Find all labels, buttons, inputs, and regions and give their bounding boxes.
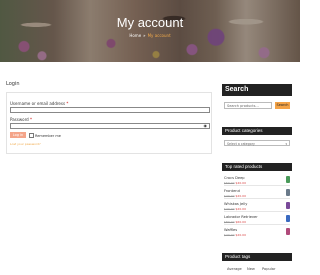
tags-widget: Product tags Average New Popular bbox=[222, 253, 292, 275]
product-name[interactable]: Whiskas Jelly bbox=[224, 202, 247, 206]
search-widget-title: Search bbox=[222, 84, 292, 96]
product-thumbnail[interactable] bbox=[286, 189, 290, 196]
product-name[interactable]: Labrador Retriever bbox=[224, 215, 258, 219]
login-button[interactable]: Log in bbox=[10, 132, 26, 138]
product-item[interactable]: Crocs Deep $60.00$40.00 bbox=[222, 176, 292, 186]
remember-me[interactable]: Remember me bbox=[29, 133, 61, 138]
product-old-price: $40.00 bbox=[224, 233, 235, 237]
login-heading: Login bbox=[6, 81, 20, 87]
top-rated-widget-title: Top rated products bbox=[222, 163, 292, 171]
password-label: Password * bbox=[10, 117, 32, 122]
product-item[interactable]: Whiskas Jelly $40.00$20.00 bbox=[222, 202, 292, 212]
categories-widget: Product categories Select a category ▾ bbox=[222, 127, 292, 151]
category-select[interactable]: Select a category ▾ bbox=[224, 140, 290, 146]
product-name[interactable]: Waffles bbox=[224, 228, 237, 232]
username-input[interactable] bbox=[10, 107, 210, 113]
product-name[interactable]: Crocs Deep bbox=[224, 176, 245, 180]
product-thumbnail[interactable] bbox=[286, 215, 290, 222]
tag-link[interactable]: New bbox=[247, 267, 255, 271]
remember-me-checkbox[interactable] bbox=[29, 133, 34, 138]
show-password-icon[interactable]: ◉ bbox=[204, 124, 208, 128]
top-rated-widget: Top rated products Crocs Deep $60.00$40.… bbox=[222, 163, 292, 243]
breadcrumb-current: My account bbox=[147, 33, 171, 38]
remember-me-label: Remember me bbox=[35, 133, 61, 138]
username-label: Username or email address * bbox=[10, 101, 69, 106]
search-button[interactable]: Search bbox=[275, 102, 290, 109]
product-price: $20.00 bbox=[235, 233, 247, 237]
product-item[interactable]: Labrador Retriever $80.00$60.00 bbox=[222, 215, 292, 225]
page-title: My account bbox=[116, 15, 184, 30]
tag-link[interactable]: Average bbox=[227, 267, 242, 271]
password-input[interactable]: ◉ bbox=[10, 123, 210, 129]
category-select-value: Select a category bbox=[227, 142, 255, 146]
login-form: Username or email address * Password * ◉… bbox=[6, 92, 212, 154]
hero-banner: My account Home» My account bbox=[0, 0, 300, 62]
tag-link[interactable]: Popular bbox=[262, 267, 275, 271]
lost-password-link[interactable]: Lost your password? bbox=[10, 142, 41, 146]
product-item[interactable]: Waffles $40.00$20.00 bbox=[222, 228, 292, 238]
product-thumbnail[interactable] bbox=[286, 202, 290, 209]
categories-widget-title: Product categories bbox=[222, 127, 292, 135]
product-name[interactable]: Frontend bbox=[224, 189, 240, 193]
tags-widget-title: Product tags bbox=[222, 253, 292, 261]
product-item[interactable]: Frontend $40.00$20.00 bbox=[222, 189, 292, 199]
product-thumbnail[interactable] bbox=[286, 176, 290, 183]
breadcrumb-home-link[interactable]: Home bbox=[129, 33, 141, 38]
breadcrumb-separator: » bbox=[143, 33, 146, 38]
breadcrumb: Home» My account bbox=[0, 33, 300, 38]
chevron-down-icon: ▾ bbox=[285, 142, 287, 146]
product-search-input[interactable]: Search products… bbox=[224, 102, 272, 109]
search-widget: Search Search products… Search bbox=[222, 84, 292, 116]
product-thumbnail[interactable] bbox=[286, 228, 290, 235]
